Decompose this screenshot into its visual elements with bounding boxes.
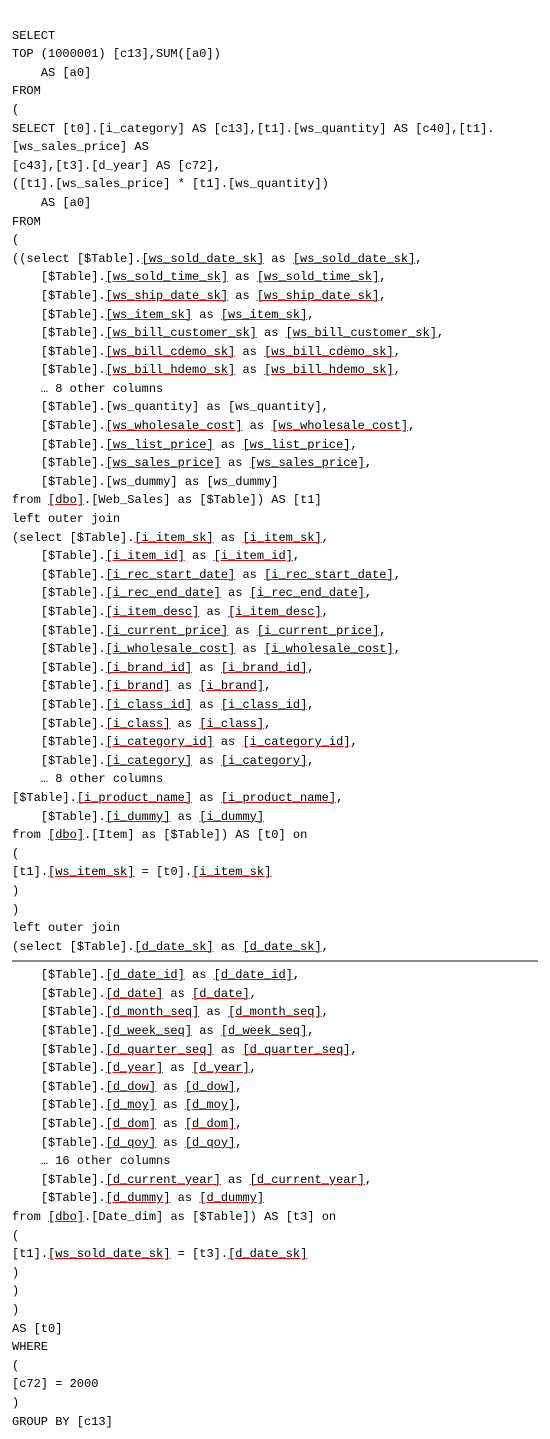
code-line: FROM [12, 213, 538, 232]
code-line: AS [a0] [12, 64, 538, 83]
code-line: SELECT [12, 27, 538, 46]
code-line: AS [a0] [12, 194, 538, 213]
code-line: [t1].[ws_sold_date_sk] = [t3].[d_date_sk… [12, 1245, 538, 1264]
code-line: [$Table].[d_month_seq] as [d_month_seq], [12, 1003, 538, 1022]
code-line: SELECT [t0].[i_category] AS [c13],[t1].[… [12, 120, 538, 157]
code-line: [$Table].[ws_bill_hdemo_sk] as [ws_bill_… [12, 361, 538, 380]
code-line: [c43],[t3].[d_year] AS [c72], [12, 157, 538, 176]
code-line: ) [12, 901, 538, 920]
code-line: [t1].[ws_item_sk] = [t0].[i_item_sk] [12, 863, 538, 882]
section-divider [12, 960, 538, 962]
code-line: [$Table].[ws_dummy] as [ws_dummy] [12, 473, 538, 492]
code-line: [$Table].[d_dom] as [d_dom], [12, 1115, 538, 1134]
code-line: (select [$Table].[i_item_sk] as [i_item_… [12, 529, 538, 548]
code-line: ) [12, 882, 538, 901]
code-line: [$Table].[i_rec_end_date] as [i_rec_end_… [12, 584, 538, 603]
code-line: [$Table].[d_qoy] as [d_qoy], [12, 1134, 538, 1153]
code-line: [$Table].[ws_list_price] as [ws_list_pri… [12, 436, 538, 455]
code-line: … 16 other columns [12, 1152, 538, 1171]
sql-code-block: SELECTTOP (1000001) [c13],SUM([a0]) AS [… [0, 0, 550, 1439]
code-line: [$Table].[i_item_desc] as [i_item_desc], [12, 603, 538, 622]
code-line: ( [12, 101, 538, 120]
code-line: ) [12, 1301, 538, 1320]
code-line: [$Table].[d_current_year] as [d_current_… [12, 1171, 538, 1190]
code-line: [$Table].[i_category] as [i_category], [12, 752, 538, 771]
code-line: [$Table].[i_current_price] as [i_current… [12, 622, 538, 641]
code-line: [$Table].[i_brand] as [i_brand], [12, 677, 538, 696]
code-line: [$Table].[i_rec_start_date] as [i_rec_st… [12, 566, 538, 585]
code-line: [$Table].[ws_item_sk] as [ws_item_sk], [12, 306, 538, 325]
code-line: (select [$Table].[d_date_sk] as [d_date_… [12, 938, 538, 957]
code-line: FROM [12, 82, 538, 101]
code-line: … 8 other columns [12, 770, 538, 789]
code-line: … 8 other columns [12, 380, 538, 399]
code-line: [$Table].[d_date] as [d_date], [12, 985, 538, 1004]
code-line: GROUP BY [c13] [12, 1413, 538, 1432]
code-line: ((select [$Table].[ws_sold_date_sk] as [… [12, 250, 538, 269]
code-line: [$Table].[i_item_id] as [i_item_id], [12, 547, 538, 566]
code-line: from [dbo].[Date_dim] as [$Table]) AS [t… [12, 1208, 538, 1227]
code-line: [$Table].[i_product_name] as [i_product_… [12, 789, 538, 808]
code-line: [$Table].[d_dow] as [d_dow], [12, 1078, 538, 1097]
code-line: WHERE [12, 1338, 538, 1357]
code-line: [$Table].[d_dummy] as [d_dummy] [12, 1189, 538, 1208]
code-line: [$Table].[ws_quantity] as [ws_quantity], [12, 398, 538, 417]
code-line: ( [12, 1357, 538, 1376]
code-line: [$Table].[i_class_id] as [i_class_id], [12, 696, 538, 715]
code-line: [$Table].[ws_bill_customer_sk] as [ws_bi… [12, 324, 538, 343]
code-line: left outer join [12, 919, 538, 938]
code-line: [$Table].[d_quarter_seq] as [d_quarter_s… [12, 1041, 538, 1060]
code-line: from [dbo].[Item] as [$Table]) AS [t0] o… [12, 826, 538, 845]
code-line: ) [12, 1264, 538, 1283]
code-line: TOP (1000001) [c13],SUM([a0]) [12, 45, 538, 64]
code-line: [$Table].[i_brand_id] as [i_brand_id], [12, 659, 538, 678]
code-line: ( [12, 1227, 538, 1246]
code-line: ( [12, 845, 538, 864]
code-line: [$Table].[d_date_id] as [d_date_id], [12, 966, 538, 985]
code-line: ( [12, 231, 538, 250]
code-line: [$Table].[ws_sales_price] as [ws_sales_p… [12, 454, 538, 473]
code-line: [$Table].[d_year] as [d_year], [12, 1059, 538, 1078]
code-line: ) [12, 1394, 538, 1413]
code-line: [$Table].[ws_sold_time_sk] as [ws_sold_t… [12, 268, 538, 287]
code-line: [$Table].[ws_bill_cdemo_sk] as [ws_bill_… [12, 343, 538, 362]
code-line: [$Table].[d_moy] as [d_moy], [12, 1096, 538, 1115]
code-line: ) [12, 1282, 538, 1301]
code-line: [$Table].[i_wholesale_cost] as [i_wholes… [12, 640, 538, 659]
code-line: [$Table].[ws_wholesale_cost] as [ws_whol… [12, 417, 538, 436]
code-line: [$Table].[i_dummy] as [i_dummy] [12, 808, 538, 827]
code-line: AS [t0] [12, 1320, 538, 1339]
code-line: left outer join [12, 510, 538, 529]
code-line: ([t1].[ws_sales_price] * [t1].[ws_quanti… [12, 175, 538, 194]
code-line: [$Table].[i_class] as [i_class], [12, 715, 538, 734]
code-line: from [dbo].[Web_Sales] as [$Table]) AS [… [12, 491, 538, 510]
code-line: [c72] = 2000 [12, 1375, 538, 1394]
code-line: [$Table].[ws_ship_date_sk] as [ws_ship_d… [12, 287, 538, 306]
code-line: [$Table].[i_category_id] as [i_category_… [12, 733, 538, 752]
code-line: [$Table].[d_week_seq] as [d_week_seq], [12, 1022, 538, 1041]
